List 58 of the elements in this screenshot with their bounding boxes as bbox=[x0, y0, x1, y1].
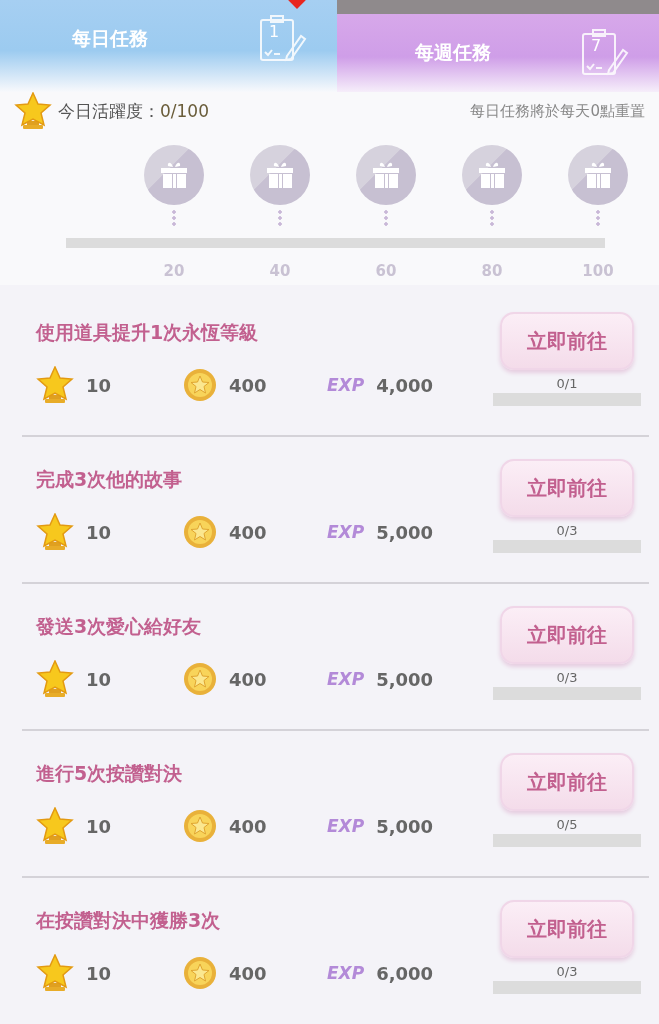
tab-day-number: 1 bbox=[269, 22, 280, 41]
gift-chest-button[interactable] bbox=[462, 145, 522, 205]
coin-reward: 400 bbox=[229, 815, 267, 837]
coin-reward: 400 bbox=[229, 521, 267, 543]
gift-chest-button[interactable] bbox=[568, 145, 628, 205]
go-now-button[interactable]: 立即前往 bbox=[500, 459, 634, 517]
activity-reward: 10 bbox=[86, 521, 112, 543]
coin-reward: 400 bbox=[229, 374, 267, 396]
coin-icon bbox=[183, 515, 217, 549]
trophy-star-icon bbox=[36, 660, 74, 698]
exp-label: EXP bbox=[327, 963, 365, 983]
task-progress-count: 0/5 bbox=[556, 817, 578, 832]
go-now-button[interactable]: 立即前往 bbox=[500, 900, 634, 958]
go-now-button[interactable]: 立即前往 bbox=[500, 753, 634, 811]
trophy-star-icon bbox=[36, 366, 74, 404]
exp-label: EXP bbox=[327, 816, 365, 836]
task-progress-count: 0/3 bbox=[556, 523, 578, 538]
reset-note: 每日任務將於每天0點重置 bbox=[470, 101, 645, 121]
tab[interactable]: 每週任務 7 bbox=[337, 14, 659, 92]
exp-reward: 5,000 bbox=[376, 521, 434, 543]
trophy-star-icon bbox=[36, 954, 74, 992]
coin-icon bbox=[183, 956, 217, 990]
tab[interactable]: 每日任務 1 bbox=[0, 0, 337, 92]
task-title: 在按讚對決中獲勝3次 bbox=[36, 908, 222, 933]
trophy-star-icon bbox=[14, 92, 52, 130]
task-progress-count: 0/1 bbox=[556, 376, 578, 391]
trophy-star-icon bbox=[36, 807, 74, 845]
activity-reward: 10 bbox=[86, 815, 112, 837]
task-title: 完成3次他的故事 bbox=[36, 467, 184, 492]
task-title: 進行5次按讚對決 bbox=[36, 761, 184, 786]
exp-reward: 5,000 bbox=[376, 815, 434, 837]
gift-chest-button[interactable] bbox=[356, 145, 416, 205]
exp-reward: 5,000 bbox=[376, 668, 434, 690]
tab-day-number: 7 bbox=[591, 36, 602, 55]
go-now-button[interactable]: 立即前往 bbox=[500, 312, 634, 370]
exp-reward: 4,000 bbox=[376, 374, 434, 396]
go-now-button[interactable]: 立即前往 bbox=[500, 606, 634, 664]
exp-label: EXP bbox=[327, 669, 365, 689]
activity-label: 今日活躍度： bbox=[58, 99, 160, 123]
trophy-star-icon bbox=[36, 513, 74, 551]
activity-reward: 10 bbox=[86, 668, 112, 690]
exp-label: EXP bbox=[327, 375, 365, 395]
gift-chest-button[interactable] bbox=[144, 145, 204, 205]
exp-label: EXP bbox=[327, 522, 365, 542]
task-title: 使用道具提升1次永恆等級 bbox=[36, 320, 260, 345]
activity-value: 0/100 bbox=[160, 101, 209, 121]
task-title: 發送3次愛心給好友 bbox=[36, 614, 203, 639]
coin-icon bbox=[183, 809, 217, 843]
task-progress-count: 0/3 bbox=[556, 964, 578, 979]
coin-icon bbox=[183, 662, 217, 696]
coin-reward: 400 bbox=[229, 668, 267, 690]
activity-reward: 10 bbox=[86, 374, 112, 396]
coin-icon bbox=[183, 368, 217, 402]
coin-reward: 400 bbox=[229, 962, 267, 984]
task-progress-count: 0/3 bbox=[556, 670, 578, 685]
gift-chest-button[interactable] bbox=[250, 145, 310, 205]
exp-reward: 6,000 bbox=[376, 962, 434, 984]
activity-reward: 10 bbox=[86, 962, 112, 984]
